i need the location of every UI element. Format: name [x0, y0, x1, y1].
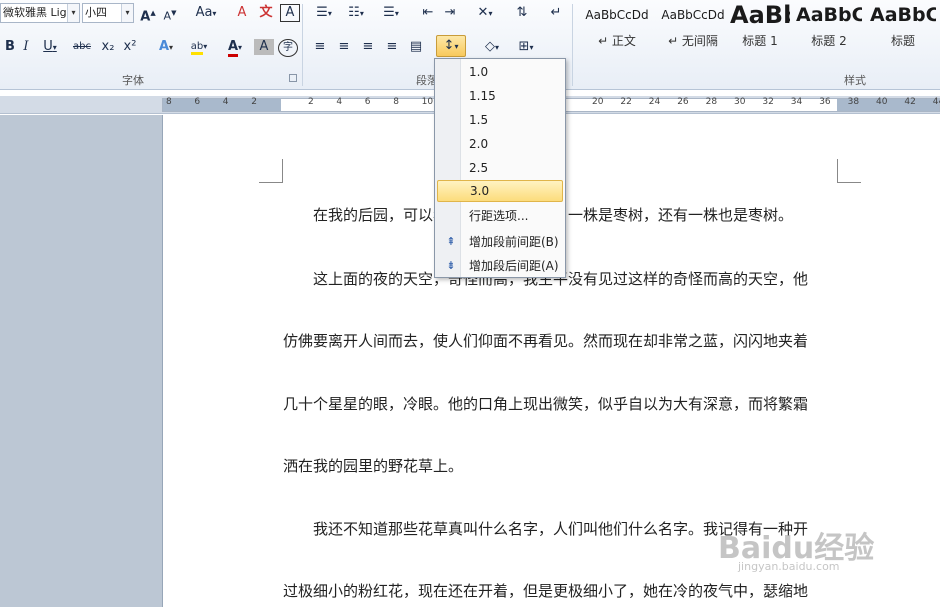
document-line[interactable]: 几十个星星的眼，冷眼。他的口角上现出微笑，似乎自以为大有深意，而将繁霜 — [283, 393, 839, 414]
show-marks-button[interactable]: ↵ — [546, 2, 566, 24]
style-heading-2[interactable]: AaBbC 标题 2 — [796, 0, 862, 56]
align-left-button[interactable]: ≡ — [310, 36, 330, 58]
ruler-tick-label: 2 — [308, 97, 314, 107]
enclose-char-button[interactable]: 字 — [278, 39, 298, 57]
add-space-after-item[interactable]: ⇟ 增加段后间距(A) — [437, 255, 563, 277]
chevron-down-icon[interactable]: ▾ — [67, 4, 79, 22]
ruler-tick-label: 26 — [677, 97, 689, 107]
style-title[interactable]: AaBbC 标题 — [870, 0, 936, 56]
shading-button[interactable]: ◇▾ — [478, 36, 506, 58]
ruler-tick-label: 36 — [819, 97, 831, 107]
char-shading-button[interactable]: A — [254, 39, 274, 55]
line-spacing-option-1-0[interactable]: 1.0 — [437, 61, 563, 83]
shrink-font-button[interactable]: A▼ — [160, 2, 180, 24]
add-space-before-label: 增加段前间距(B) — [469, 235, 559, 249]
ruler-tick-label: 28 — [705, 97, 718, 107]
numbering-button[interactable]: ☷▾ — [342, 2, 370, 24]
ruler-tick-label: 6 — [364, 97, 371, 107]
document-line[interactable]: 洒在我的园里的野花草上。 — [283, 455, 839, 476]
line-spacing-option-1-5[interactable]: 1.5 — [437, 109, 563, 131]
margin-mark-top-left — [259, 159, 283, 183]
line-spacing-options-link[interactable]: 行距选项... — [437, 205, 563, 227]
underline-button[interactable]: U▾ — [36, 36, 64, 58]
italic-button[interactable]: I — [16, 36, 36, 58]
ruler-tick-label: 20 — [592, 97, 604, 107]
borders-button[interactable]: ⊞▾ — [512, 36, 540, 58]
ruler-tick-label: 10 — [421, 97, 434, 107]
grow-font-button[interactable]: A▲ — [138, 2, 158, 24]
styles-gallery: AaBbCcDd ↵ 正文 AaBbCcDd ↵ 无间隔 AaBb 标题 1 A… — [576, 0, 940, 60]
align-center-button[interactable]: ≡ — [334, 36, 354, 58]
ruler-tick-label: 24 — [648, 97, 661, 107]
font-size-combo[interactable]: 小四 ▾ — [82, 3, 134, 23]
phonetic-guide-button[interactable]: 文 — [256, 2, 276, 24]
bullets-button[interactable]: ☰▾ — [310, 2, 338, 24]
line-spacing-option-3-0[interactable]: 3.0 — [437, 180, 563, 202]
chinese-layout-button[interactable]: ✕▾ — [470, 2, 500, 24]
style-heading-1[interactable]: AaBb 标题 1 — [730, 0, 790, 56]
line-spacing-menu: 1.0 1.15 1.5 2.0 2.5 3.0 行距选项... ⇞ 增加段前间… — [434, 58, 566, 278]
change-case-button[interactable]: Aa▾ — [192, 2, 220, 24]
font-size-value: 小四 — [85, 6, 107, 19]
font-group-label: 字体 — [122, 74, 144, 87]
decrease-indent-button[interactable]: ⇤ — [418, 2, 438, 24]
document-line[interactable]: 过极细小的粉红花，现在还在开着，但是更极细小了，她在冷的夜气中，瑟缩地 — [283, 580, 839, 601]
ruler-tick-label: 38 — [847, 97, 860, 107]
chevron-down-icon[interactable]: ▾ — [121, 4, 133, 22]
space-after-icon: ⇟ — [446, 259, 456, 272]
group-divider — [302, 4, 303, 86]
watermark-url: jingyan.baidu.com — [738, 560, 840, 573]
distributed-button[interactable]: ▤ — [406, 36, 426, 58]
ruler-tick-label: 40 — [876, 97, 888, 107]
ruler-tick-label: 32 — [762, 97, 774, 107]
ruler-tick-label: 6 — [194, 97, 201, 107]
strikethrough-button[interactable]: abc — [72, 36, 92, 58]
highlight-button[interactable]: ab▾ — [184, 36, 214, 58]
line-spacing-button[interactable]: ↕▾ — [436, 35, 466, 57]
line-spacing-option-1-15[interactable]: 1.15 — [437, 85, 563, 107]
ruler-tick-label: 8 — [166, 97, 172, 107]
document-line[interactable]: 仿佛要离开人间而去，使人们仰面不再看见。然而现在却非常之蓝，闪闪地夹着 — [283, 330, 839, 351]
clear-format-button[interactable]: A — [232, 2, 252, 24]
font-name-value: 微软雅黑 Ligh — [3, 6, 74, 19]
styles-group-label: 样式 — [844, 74, 866, 87]
line-spacing-option-2-0[interactable]: 2.0 — [437, 133, 563, 155]
font-name-combo[interactable]: 微软雅黑 Ligh ▾ — [0, 3, 80, 23]
ruler-tick-label: 22 — [620, 97, 632, 107]
style-normal[interactable]: AaBbCcDd ↵ 正文 — [580, 0, 654, 56]
ruler-tick-label: 4 — [336, 97, 343, 107]
line-spacing-option-2-5[interactable]: 2.5 — [437, 157, 563, 179]
increase-indent-button[interactable]: ⇥ — [440, 2, 460, 24]
align-right-button[interactable]: ≡ — [358, 36, 378, 58]
text-effect-button[interactable]: A▾ — [152, 36, 180, 58]
ruler-tick-label: 2 — [251, 97, 257, 107]
group-divider — [572, 4, 573, 86]
ruler-tick-label: 4 — [222, 97, 229, 107]
justify-button[interactable]: ≡ — [382, 36, 402, 58]
ruler-tick-label: 42 — [904, 97, 916, 107]
char-border-button[interactable]: A — [280, 4, 300, 22]
sort-button[interactable]: ⇅ — [512, 2, 532, 24]
ruler-tick-label: 30 — [734, 97, 746, 107]
style-no-spacing[interactable]: AaBbCcDd ↵ 无间隔 — [656, 0, 730, 56]
add-space-before-item[interactable]: ⇞ 增加段前间距(B) — [437, 231, 563, 253]
multilevel-list-button[interactable]: ☰▾ — [376, 2, 406, 24]
ruler-tick-label: 44 — [932, 97, 940, 107]
font-dialog-launcher-icon[interactable] — [289, 74, 297, 82]
ruler-tick-label: 34 — [790, 97, 803, 107]
add-space-after-label: 增加段后间距(A) — [469, 259, 559, 273]
superscript-button[interactable]: x² — [120, 36, 140, 58]
margin-mark-top-right — [837, 159, 861, 183]
ruler-tick-label: 8 — [393, 97, 399, 107]
font-color-button[interactable]: A▾ — [220, 36, 250, 58]
subscript-button[interactable]: x₂ — [98, 36, 118, 58]
space-before-icon: ⇞ — [446, 235, 456, 248]
